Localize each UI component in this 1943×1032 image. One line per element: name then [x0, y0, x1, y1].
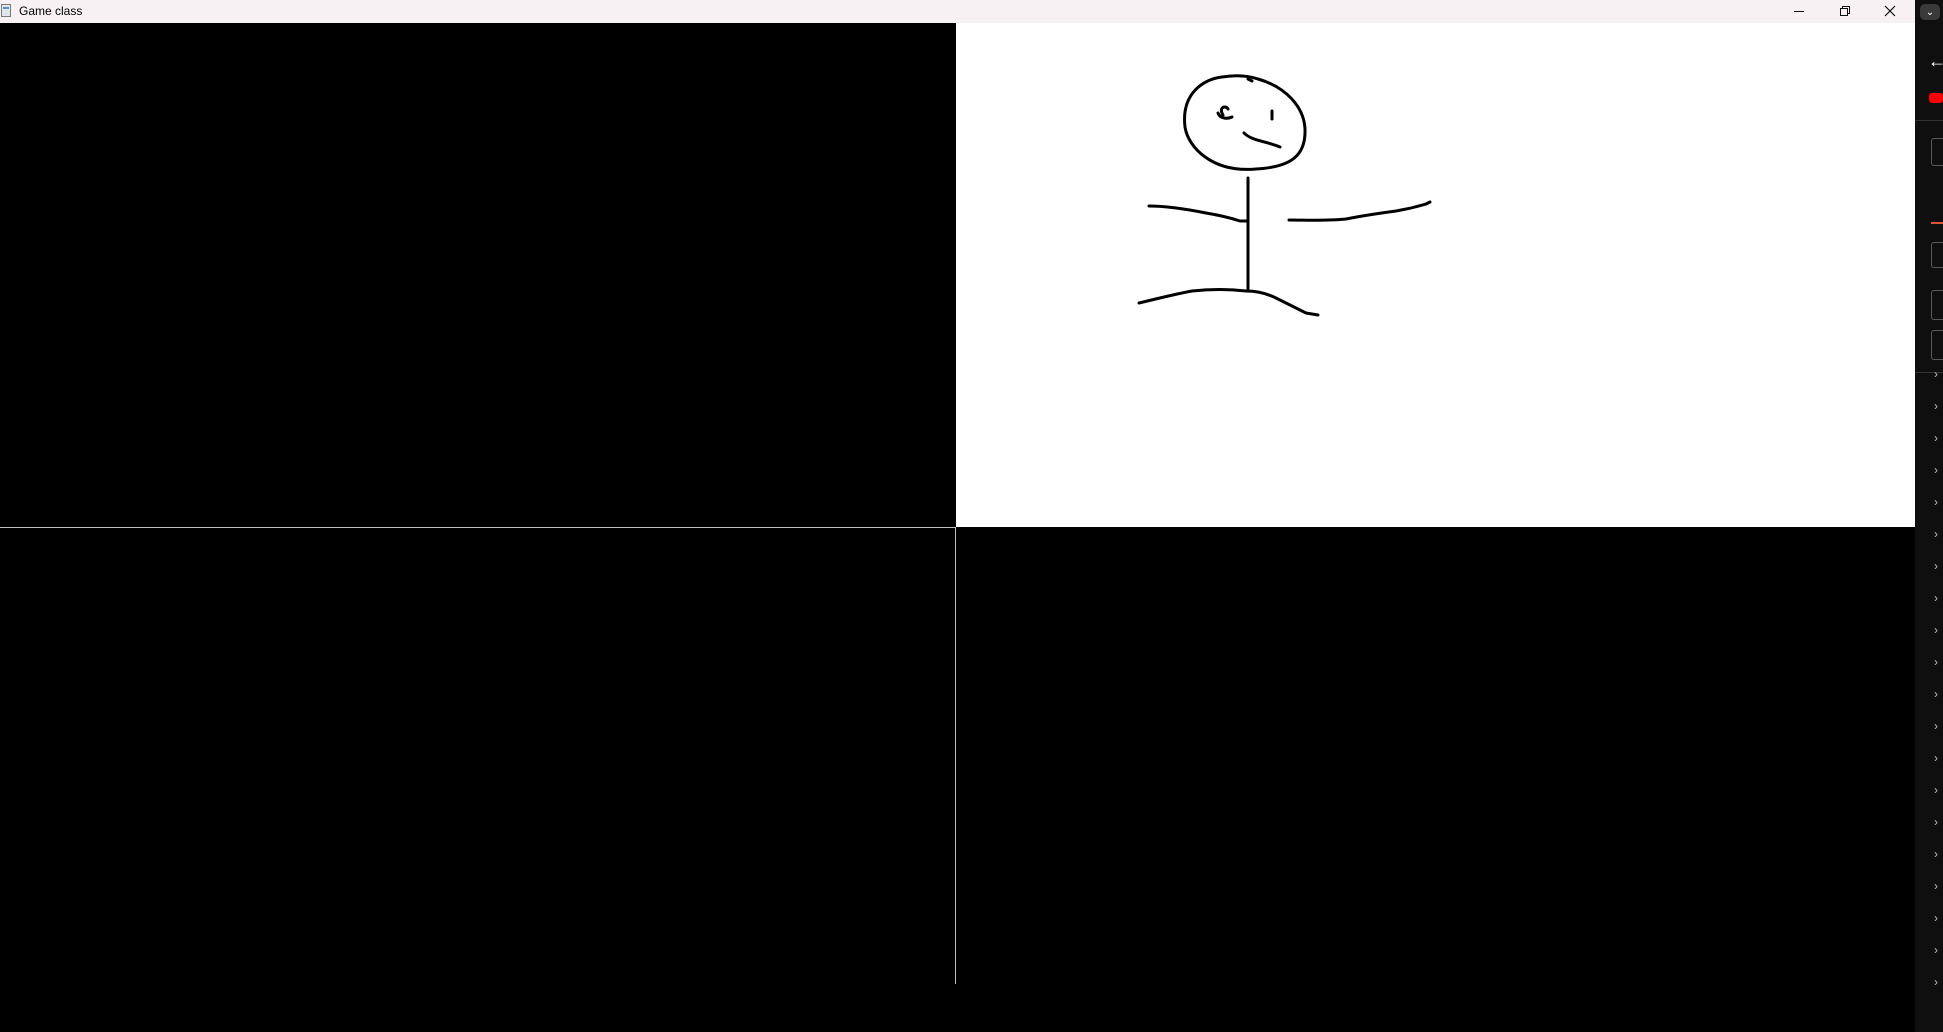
- chevron-right-icon[interactable]: ›: [1934, 816, 1938, 828]
- strip-input-box[interactable]: [1931, 290, 1943, 320]
- chevron-right-icon[interactable]: ›: [1934, 688, 1938, 700]
- chevron-right-icon[interactable]: ›: [1934, 752, 1938, 764]
- chevron-right-icon[interactable]: ›: [1934, 464, 1938, 476]
- title-bar[interactable]: Game class: [0, 0, 1943, 23]
- youtube-logo-icon: [1929, 93, 1943, 103]
- chevron-right-icon[interactable]: ›: [1934, 720, 1938, 732]
- chevron-right-icon[interactable]: ›: [1934, 880, 1938, 892]
- chevron-right-icon[interactable]: ›: [1934, 496, 1938, 508]
- chevron-right-icon[interactable]: ›: [1934, 368, 1938, 380]
- app-window-icon: [1, 4, 11, 17]
- chevron-right-icon[interactable]: ›: [1934, 656, 1938, 668]
- stick-figure-mouth: [1242, 131, 1282, 149]
- chevron-right-icon[interactable]: ›: [1934, 848, 1938, 860]
- restore-button[interactable]: [1822, 0, 1868, 21]
- stick-figure-arm-left: [1147, 204, 1248, 223]
- tab-dropdown-button[interactable]: ⌄: [1920, 4, 1940, 20]
- stick-figure-legs: [1137, 288, 1320, 317]
- strip-menu-button[interactable]: [1931, 138, 1943, 166]
- game-window: Game class ⌄ ← › › › › › › › › › › › › ›…: [0, 0, 1943, 1032]
- chevron-right-icon[interactable]: ›: [1934, 912, 1938, 924]
- chevron-down-icon: ⌄: [1925, 6, 1935, 18]
- window-title: Game class: [19, 4, 83, 18]
- minimize-icon: [1794, 10, 1804, 12]
- viewport-bottom-left[interactable]: [0, 528, 955, 984]
- stick-figure-eye-left: [1216, 105, 1234, 120]
- close-icon: [1884, 5, 1896, 16]
- chevron-right-icon[interactable]: ›: [1934, 560, 1938, 572]
- strip-active-indicator: [1931, 222, 1943, 224]
- close-button[interactable]: [1867, 0, 1913, 21]
- chevron-right-icon[interactable]: ›: [1934, 400, 1938, 412]
- stick-figure-head: [1183, 74, 1307, 171]
- strip-separator: [1915, 372, 1943, 373]
- chevron-right-icon[interactable]: ›: [1934, 624, 1938, 636]
- chevron-right-icon[interactable]: ›: [1934, 784, 1938, 796]
- chevron-right-icon[interactable]: ›: [1934, 592, 1938, 604]
- viewport-top-right-canvas[interactable]: [956, 23, 1915, 527]
- viewport-top-left[interactable]: [0, 23, 955, 527]
- back-arrow-icon[interactable]: ←: [1928, 52, 1943, 70]
- chevron-right-icon[interactable]: ›: [1934, 976, 1938, 988]
- chevron-right-icon[interactable]: ›: [1934, 944, 1938, 956]
- stick-figure-drawing: [1137, 74, 1432, 317]
- strip-panel-button[interactable]: [1931, 242, 1943, 268]
- minimize-button[interactable]: [1776, 0, 1822, 21]
- strip-input-box[interactable]: [1931, 330, 1943, 360]
- stick-figure-arm-right: [1287, 200, 1432, 222]
- chevron-right-icon[interactable]: ›: [1934, 528, 1938, 540]
- strip-separator: [1915, 120, 1943, 121]
- restore-icon: [1840, 5, 1850, 16]
- chevron-right-icon[interactable]: ›: [1934, 432, 1938, 444]
- viewport-bottom-right[interactable]: [956, 528, 1915, 984]
